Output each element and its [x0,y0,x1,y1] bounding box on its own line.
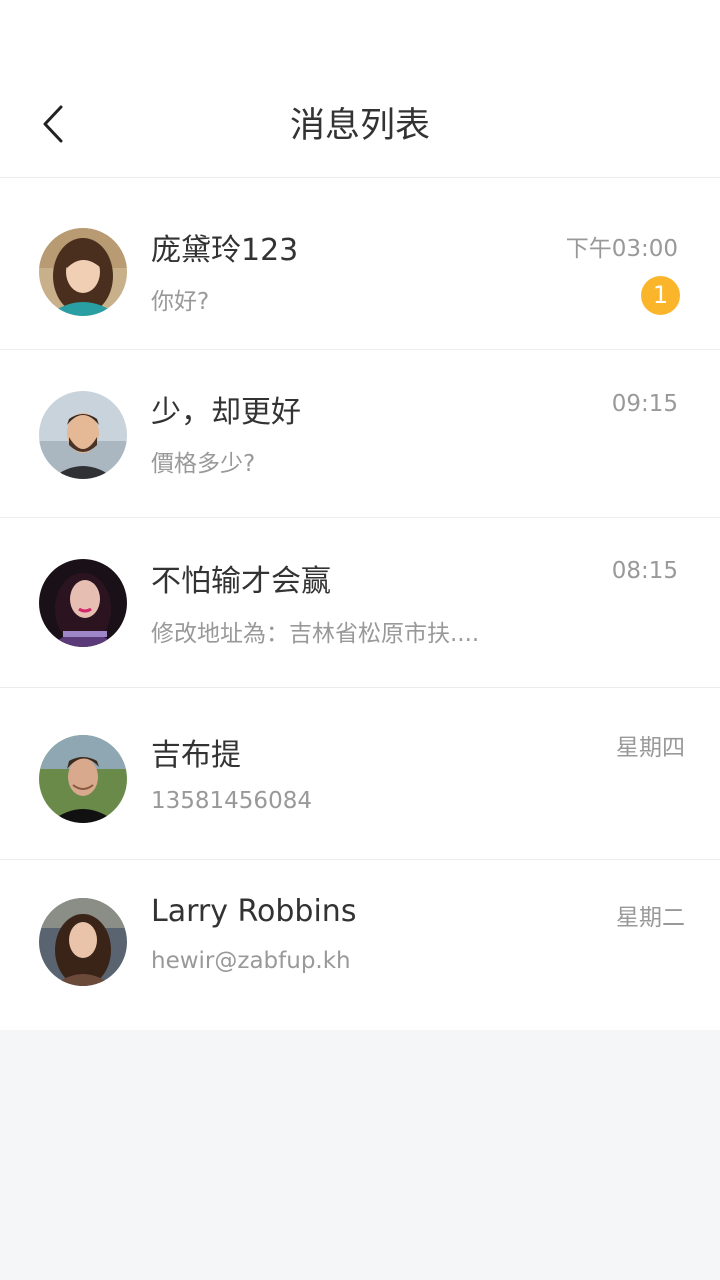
message-time: 星期四 [616,735,685,761]
message-preview: 修改地址為：吉林省松原市扶.... [151,621,480,647]
message-time: 下午03:00 [565,236,678,262]
contact-name: 不怕输才会赢 [151,564,331,599]
message-preview: 價格多少? [151,451,256,477]
unread-badge: 1 [641,276,680,315]
avatar[interactable] [39,559,127,647]
avatar[interactable] [39,228,127,316]
contact-name: 吉布提 [151,738,241,773]
nav-bar: 消息列表 [0,0,720,178]
conversation-item[interactable]: Larry Robbins 星期二 hewir@zabfup.kh [0,860,720,1030]
avatar[interactable] [39,735,127,823]
avatar[interactable] [39,898,127,986]
contact-name: 庞黛玲123 [151,233,299,268]
conversation-list: 庞黛玲123 下午03:00 你好? 1 少，却更好 09:15 價格多少? 不… [0,178,720,1030]
contact-name: 少，却更好 [151,395,301,430]
message-list-page: 消息列表 庞黛玲123 下午03:00 你好? 1 少，却更好 09:15 價格… [0,0,720,1280]
message-preview: hewir@zabfup.kh [151,948,351,974]
page-title: 消息列表 [289,106,430,146]
conversation-item[interactable]: 庞黛玲123 下午03:00 你好? 1 [0,178,720,350]
message-preview: 13581456084 [151,788,312,814]
conversation-item[interactable]: 不怕输才会赢 08:15 修改地址為：吉林省松原市扶.... [0,518,720,688]
message-time: 星期二 [616,905,685,931]
message-time: 08:15 [611,558,678,584]
conversation-item[interactable]: 少，却更好 09:15 價格多少? [0,350,720,518]
conversation-item[interactable]: 吉布提 星期四 13581456084 [0,688,720,860]
message-time: 09:15 [611,391,678,417]
avatar[interactable] [39,391,127,479]
message-preview: 你好? [151,289,210,315]
contact-name: Larry Robbins [151,894,357,929]
